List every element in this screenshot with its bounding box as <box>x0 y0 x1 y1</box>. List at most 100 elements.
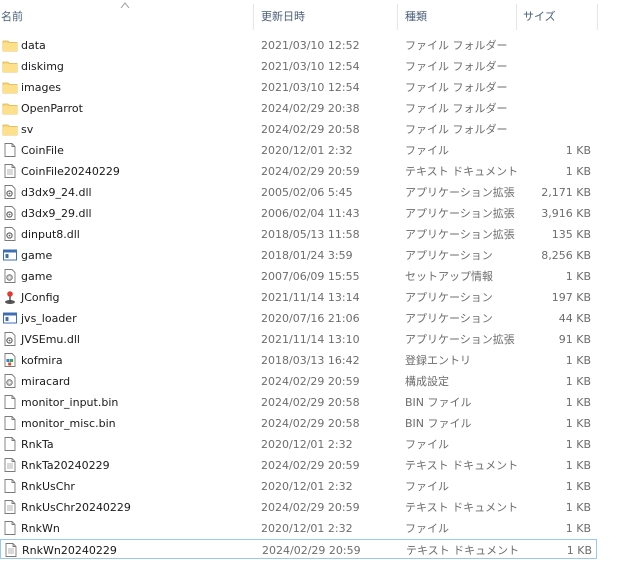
file-type: テキスト ドキュメント <box>405 165 519 178</box>
folder-icon <box>2 103 18 115</box>
folder-row[interactable]: images 2021/03/10 12:54 ファイル フォルダー <box>0 77 597 97</box>
file-name: RnkTa20240229 <box>21 459 110 472</box>
folder-row[interactable]: sv 2024/02/29 20:58 ファイル フォルダー <box>0 119 597 139</box>
column-size-label: サイズ <box>523 10 556 23</box>
file-type: アプリケーション拡張 <box>405 186 515 199</box>
folder-row[interactable]: diskimg 2021/03/10 12:54 ファイル フォルダー <box>0 56 597 76</box>
file-row[interactable]: game 2007/06/09 15:55 セットアップ情報 1 KB <box>0 266 597 286</box>
file-row[interactable]: RnkTa20240229 2024/02/29 20:59 テキスト ドキュメント… <box>0 455 597 475</box>
file-modified-date: 2020/12/01 2:32 <box>261 438 353 451</box>
file-type: ファイル フォルダー <box>405 39 508 52</box>
file-name: JConfig <box>21 291 60 304</box>
folder-icon <box>2 82 18 94</box>
file-name: sv <box>21 123 34 136</box>
file-name: game <box>21 270 53 283</box>
column-type-label: 種類 <box>405 10 427 23</box>
file-name: dinput8.dll <box>21 228 80 241</box>
file-type: セットアップ情報 <box>405 270 493 283</box>
file-name: RnkUsChr20240229 <box>21 501 131 514</box>
column-divider[interactable] <box>516 4 517 30</box>
file-type: アプリケーション拡張 <box>405 228 515 241</box>
file-modified-date: 2021/03/10 12:54 <box>261 81 360 94</box>
dll-file-icon <box>4 185 16 199</box>
file-size: 1 KB <box>565 459 591 472</box>
dll-file-icon <box>4 332 16 346</box>
file-row[interactable]: jvs_loader 2020/07/16 21:06 アプリケーション 44 KB <box>0 308 597 328</box>
file-row[interactable]: CoinFile20240229 2024/02/29 20:59 テキスト ドキュ… <box>0 161 597 181</box>
file-type: ファイル <box>405 480 449 493</box>
folder-row[interactable]: OpenParrot 2024/02/29 20:38 ファイル フォルダー <box>0 98 597 118</box>
file-modified-date: 2024/02/29 20:59 <box>262 544 361 557</box>
file-type: ファイル フォルダー <box>405 60 508 73</box>
file-size: 1 KB <box>565 396 591 409</box>
file-row[interactable]: CoinFile 2020/12/01 2:32 ファイル 1 KB <box>0 140 597 160</box>
text-file-icon <box>5 543 17 557</box>
file-type: ファイル <box>405 438 449 451</box>
file-type: BIN ファイル <box>405 417 472 430</box>
file-name: monitor_input.bin <box>21 396 119 409</box>
settings-file-icon <box>4 374 16 388</box>
file-row[interactable]: RnkTa 2020/12/01 2:32 ファイル 1 KB <box>0 434 597 454</box>
file-type: ファイル フォルダー <box>405 123 508 136</box>
file-size: 2,171 KB <box>541 186 591 199</box>
file-size <box>520 98 591 118</box>
column-divider[interactable] <box>253 4 254 30</box>
file-type: アプリケーション <box>405 249 493 262</box>
column-name-label: 名前 <box>1 10 23 23</box>
file-row[interactable]: monitor_misc.bin 2024/02/29 20:58 BIN ファイル… <box>0 413 597 433</box>
file-row[interactable]: game 2018/01/24 3:59 アプリケーション 8,256 KB <box>0 245 597 265</box>
file-row[interactable]: RnkUsChr 2020/12/01 2:32 ファイル 1 KB <box>0 476 597 496</box>
column-divider[interactable] <box>397 4 398 30</box>
app-window-icon <box>3 312 17 324</box>
column-name-header[interactable]: 名前 <box>1 0 254 32</box>
dll-file-icon <box>4 206 16 220</box>
file-size: 1 KB <box>565 270 591 283</box>
file-name: RnkWn <box>21 522 60 535</box>
file-modified-date: 2024/02/29 20:59 <box>261 459 360 472</box>
file-row[interactable]: JConfig 2021/11/14 13:14 アプリケーション 197 KB <box>0 287 597 307</box>
file-modified-date: 2024/02/29 20:59 <box>261 501 360 514</box>
dll-file-icon <box>4 227 16 241</box>
folder-icon <box>2 40 18 52</box>
file-name: miracard <box>21 375 71 388</box>
file-type: ファイル <box>405 144 449 157</box>
file-name: kofmira <box>21 354 63 367</box>
column-divider[interactable] <box>597 4 598 30</box>
file-row[interactable]: dinput8.dll 2018/05/13 11:58 アプリケーション拡張 135… <box>0 224 597 244</box>
file-modified-date: 2007/06/09 15:55 <box>261 270 360 283</box>
file-row[interactable]: miracard 2024/02/29 20:59 構成設定 1 KB <box>0 371 597 391</box>
blank-file-icon <box>4 437 16 451</box>
file-size: 1 KB <box>565 501 591 514</box>
column-date-header[interactable]: 更新日時 <box>261 0 398 32</box>
column-size-header[interactable]: サイズ <box>523 0 598 32</box>
file-modified-date: 2006/02/04 11:43 <box>261 207 360 220</box>
file-type: BIN ファイル <box>405 396 472 409</box>
blank-file-icon <box>4 416 16 430</box>
sort-ascending-icon <box>120 2 130 9</box>
file-size: 1 KB <box>565 480 591 493</box>
file-type: アプリケーション <box>405 312 493 325</box>
column-type-header[interactable]: 種類 <box>405 0 517 32</box>
folder-row[interactable]: data 2021/03/10 12:52 ファイル フォルダー <box>0 35 597 55</box>
blank-file-icon <box>4 395 16 409</box>
file-row[interactable]: RnkWn20240229 2024/02/29 20:59 テキスト ドキュメント… <box>0 539 597 559</box>
file-row[interactable]: RnkUsChr20240229 2024/02/29 20:59 テキスト ドキュ… <box>0 497 597 517</box>
file-size <box>520 77 591 97</box>
file-row[interactable]: d3dx9_29.dll 2006/02/04 11:43 アプリケーション拡張 3,… <box>0 203 597 223</box>
file-name: data <box>21 39 46 52</box>
file-name: d3dx9_24.dll <box>21 186 92 199</box>
file-size: 1 KB <box>565 438 591 451</box>
file-row[interactable]: kofmira 2018/03/13 16:42 登録エントリ 1 KB <box>0 350 597 370</box>
file-size: 8,256 KB <box>541 249 591 262</box>
file-row[interactable]: monitor_input.bin 2024/02/29 20:58 BIN ファイ… <box>0 392 597 412</box>
file-modified-date: 2024/02/29 20:58 <box>261 396 360 409</box>
file-modified-date: 2020/07/16 21:06 <box>261 312 360 325</box>
file-size: 1 KB <box>565 165 591 178</box>
file-size: 1 KB <box>565 354 591 367</box>
file-row[interactable]: JVSEmu.dll 2021/11/14 13:10 アプリケーション拡張 91 K… <box>0 329 597 349</box>
file-modified-date: 2024/02/29 20:59 <box>261 375 360 388</box>
file-row[interactable]: d3dx9_24.dll 2005/02/06 5:45 アプリケーション拡張 2,1… <box>0 182 597 202</box>
file-row[interactable]: RnkWn 2020/12/01 2:32 ファイル 1 KB <box>0 518 597 538</box>
file-name: RnkWn20240229 <box>22 544 117 557</box>
file-name: game <box>21 249 53 262</box>
